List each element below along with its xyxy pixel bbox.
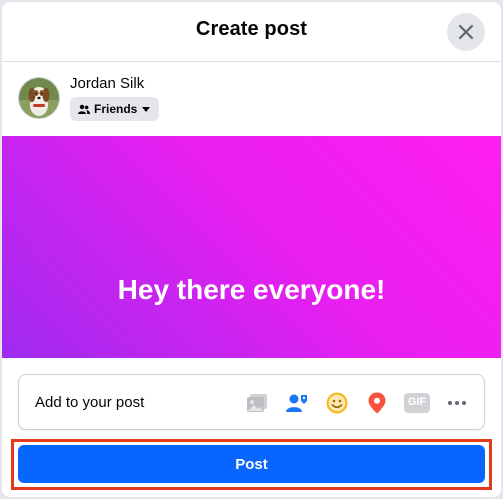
gif-button[interactable]: GIF	[403, 389, 431, 417]
dialog-header: Create post	[2, 2, 501, 62]
post-text[interactable]: Hey there everyone!	[2, 274, 501, 306]
avatar[interactable]	[18, 77, 60, 119]
more-icon	[448, 401, 466, 405]
photo-video-button[interactable]	[243, 389, 271, 417]
caret-down-icon	[142, 107, 151, 112]
post-author: Jordan Silk Friends	[18, 74, 418, 124]
create-post-dialog: Create post Jordan Silk Friends Hey ther…	[2, 2, 501, 497]
check-in-button[interactable]	[363, 389, 391, 417]
dog-photo-avatar	[19, 78, 59, 118]
feeling-activity-button[interactable]	[323, 389, 351, 417]
tag-people-button[interactable]	[283, 389, 311, 417]
user-name[interactable]: Jordan Silk	[70, 75, 144, 92]
add-to-post-bar: Add to your post GIF	[18, 374, 485, 430]
close-icon	[458, 24, 474, 40]
tag-people-icon	[286, 394, 307, 412]
check-in-icon	[368, 392, 386, 414]
gif-label: GIF	[407, 396, 427, 408]
photo-video-icon	[247, 394, 267, 412]
dialog-title: Create post	[195, 18, 308, 40]
friends-icon	[78, 104, 90, 114]
close-button[interactable]	[447, 13, 485, 51]
audience-selector[interactable]: Friends	[70, 97, 160, 121]
audience-label: Friends	[94, 102, 138, 116]
feeling-activity-icon	[326, 392, 348, 414]
post-button-highlight	[11, 439, 492, 490]
post-background: Hey there everyone!	[2, 136, 501, 358]
add-to-post-label: Add to your post	[35, 394, 145, 411]
more-options-button[interactable]	[443, 389, 471, 417]
